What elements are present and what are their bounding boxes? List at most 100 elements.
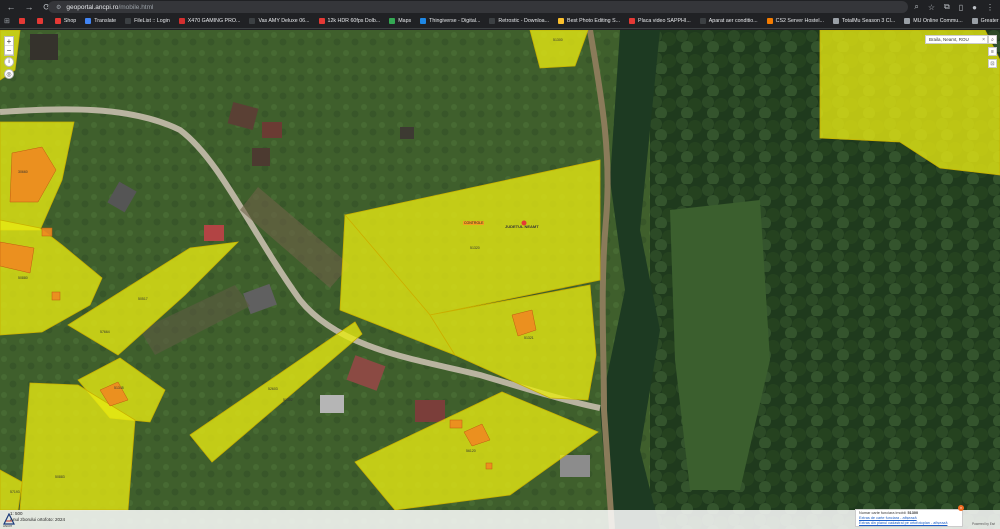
parcel-label: 51302 xyxy=(283,398,293,402)
parcel-tag: CONTROLE xyxy=(463,221,485,225)
layers-icon[interactable]: ≡ xyxy=(988,47,997,56)
bookmark-item[interactable]: X470 GAMING PRO... xyxy=(178,18,241,24)
profile-icon[interactable]: ● xyxy=(972,3,977,12)
bookmark-favicon-icon xyxy=(420,18,427,24)
parcel-label: 51321 xyxy=(524,336,534,340)
url-path: /mobile.html xyxy=(118,3,154,11)
site-info-icon[interactable]: ⚙ xyxy=(56,4,61,11)
bookmark-label: Thingiverse - Digital... xyxy=(429,18,481,24)
status-strip xyxy=(0,510,1000,529)
bookmark-item[interactable] xyxy=(36,18,46,24)
bookmark-favicon-icon xyxy=(18,18,25,24)
clear-search-icon[interactable]: × xyxy=(982,36,985,44)
bookmark-favicon-icon xyxy=(832,18,839,24)
bookmark-item[interactable]: TotalMu Season 3 Cl... xyxy=(832,18,896,24)
address-bar[interactable]: ⚙ geoportal.ancpi.ro/mobile.html xyxy=(48,1,908,13)
bookmark-label: Translate xyxy=(94,18,117,24)
bookmark-item[interactable]: Best Photo Editing S... xyxy=(558,18,620,24)
parcel-label: 50883 xyxy=(55,475,65,479)
bookmark-label: 12k HDR 60fps Dolb... xyxy=(327,18,381,24)
parcel-label: 51320 xyxy=(470,246,480,250)
map-view[interactable]: 51300 51320 51321 50880 30660 50517 5260… xyxy=(0,30,1000,529)
bookmark-item[interactable]: Maps xyxy=(389,18,411,24)
bookmark-item[interactable]: 12k HDR 60fps Dolb... xyxy=(318,18,381,24)
bookmark-item[interactable]: Aparat aer conditio... xyxy=(699,18,758,24)
bookmark-item[interactable] xyxy=(18,18,28,24)
bookmark-label: CS2 Server Hostel... xyxy=(775,18,824,24)
close-icon[interactable]: × xyxy=(958,505,964,511)
bookmark-label: Maps xyxy=(398,18,412,24)
info-icon[interactable]: i xyxy=(4,57,14,67)
brand-label: ANCPI xyxy=(3,524,13,528)
sidebar-icon[interactable]: ▯ xyxy=(959,3,963,12)
bookmark-label: Best Photo Editing S... xyxy=(567,18,621,24)
bookmark-label: FileList :: Login xyxy=(134,18,170,24)
bookmark-favicon-icon xyxy=(125,18,132,24)
bookmark-label: Vas AMY Deluxe 06... xyxy=(258,18,310,24)
bookmark-label: Greater Healing Poti... xyxy=(980,18,1000,24)
bookmark-favicon-icon xyxy=(178,18,185,24)
bookmark-star-icon[interactable]: ☆ xyxy=(928,3,935,12)
parcel-label: 57193 xyxy=(10,490,20,494)
cf-label: Numar carte funciara imobil: xyxy=(859,511,907,515)
bookmark-favicon-icon xyxy=(766,18,773,24)
parcel-label: 30660 xyxy=(18,170,28,174)
parcel-label: 57664 xyxy=(100,330,110,334)
parcel-label: 52603 xyxy=(268,387,278,391)
url-host: geoportal.ancpi.ro xyxy=(66,3,119,11)
bookmark-item[interactable]: Vas AMY Deluxe 06... xyxy=(249,18,310,24)
pin-label: JUDETUL NEAMT xyxy=(505,224,539,229)
bookmark-favicon-icon xyxy=(971,18,978,24)
zoom-out-button[interactable]: − xyxy=(5,46,13,55)
search-input[interactable]: Braila, Neamt, ROU × xyxy=(925,35,988,44)
bookmark-label: Placa video SAPPHI... xyxy=(638,18,691,24)
bookmark-favicon-icon xyxy=(249,18,256,24)
bookmark-item[interactable]: FileList :: Login xyxy=(125,18,170,24)
ortho-year: Anul zborului ortofoto: 2024 xyxy=(10,517,66,522)
parcel-label: 50880 xyxy=(18,276,28,280)
extract-plan-link[interactable]: Extras din planul cadastral pe ortofotop… xyxy=(859,521,959,526)
ortho-imagery xyxy=(0,30,1000,529)
bookmark-favicon-icon xyxy=(904,18,911,24)
bookmark-item[interactable]: Retrostic - Downloa... xyxy=(489,18,549,24)
parcel-label: 50517 xyxy=(138,297,148,301)
search-button[interactable]: ⌕ xyxy=(988,35,997,44)
search-value: Braila, Neamt, ROU xyxy=(929,37,969,42)
bookmark-favicon-icon xyxy=(36,18,43,24)
bookmark-label: Retrostic - Downloa... xyxy=(498,18,550,24)
bookmark-item[interactable]: Translate xyxy=(85,18,116,24)
attribution: Powered by Esri xyxy=(972,522,996,526)
back-icon[interactable]: ← xyxy=(6,0,16,14)
bookmark-item[interactable]: Thingiverse - Digital... xyxy=(420,18,480,24)
zoom-control: + − xyxy=(4,36,14,56)
zoom-in-button[interactable]: + xyxy=(5,37,13,46)
bookmark-item[interactable]: Greater Healing Poti... xyxy=(971,18,1000,24)
parcel-label: 51300 xyxy=(553,38,563,42)
extensions-icon[interactable]: ⧉ xyxy=(944,2,950,12)
bookmark-item[interactable]: Shop xyxy=(54,18,77,24)
bookmark-item[interactable]: CS2 Server Hostel... xyxy=(766,18,824,24)
measure-icon[interactable]: ⊡ xyxy=(988,59,997,68)
bookmark-favicon-icon xyxy=(489,18,496,24)
bookmark-favicon-icon xyxy=(558,18,565,24)
bookmark-favicon-icon xyxy=(54,18,61,24)
bookmark-favicon-icon xyxy=(699,18,706,24)
bookmark-label: TotalMu Season 3 Cl... xyxy=(841,18,896,24)
parcel-info-panel: Numar carte funciara imobil: 51300 Extra… xyxy=(855,509,963,527)
zoom-icon[interactable]: ⌕ xyxy=(914,2,918,12)
bookmark-favicon-icon xyxy=(318,18,325,24)
search-icon: ⌕ xyxy=(991,37,994,43)
bookmark-favicon-icon xyxy=(389,18,396,24)
scale-info: 1: 500 Anul zborului ortofoto: 2024 xyxy=(10,511,65,523)
locate-icon[interactable]: ◎ xyxy=(4,69,14,79)
apps-icon[interactable]: ⊞ xyxy=(4,17,10,25)
bookmark-favicon-icon xyxy=(85,18,92,24)
browser-actions: ⌕ ☆ ⧉ ▯ ● ⋮ xyxy=(914,0,994,14)
bookmark-item[interactable]: Placa video SAPPHI... xyxy=(629,18,691,24)
bookmark-item[interactable]: MU Online Commu... xyxy=(904,18,963,24)
cf-number: 51300 xyxy=(907,511,919,515)
bookmark-label: X470 GAMING PRO... xyxy=(187,18,241,24)
forward-icon[interactable]: → xyxy=(24,0,34,14)
bookmark-label: Shop xyxy=(63,18,77,24)
menu-icon[interactable]: ⋮ xyxy=(986,3,994,12)
